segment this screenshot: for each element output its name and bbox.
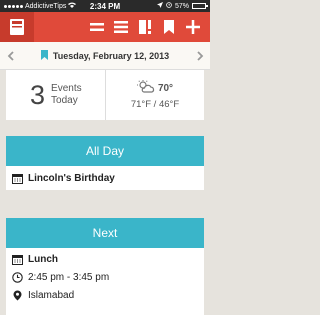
next-event-title-row: Lunch bbox=[6, 250, 204, 268]
alarm-icon bbox=[166, 2, 172, 10]
events-count: 3 bbox=[30, 79, 46, 110]
add-icon[interactable] bbox=[184, 18, 202, 36]
all-day-event-title: Lincoln's Birthday bbox=[28, 172, 115, 184]
clock-icon bbox=[12, 271, 23, 283]
priority-icon[interactable] bbox=[136, 18, 154, 36]
all-day-header: All Day bbox=[6, 136, 204, 166]
signal-icon bbox=[4, 4, 23, 8]
next-event-card[interactable]: Lunch 2:45 pm - 3:45 pm Islamabad bbox=[6, 248, 204, 304]
partly-cloudy-icon bbox=[136, 80, 155, 96]
date-navigation-bar: Tuesday, February 12, 2013 bbox=[0, 42, 210, 70]
list-view-icon[interactable] bbox=[88, 18, 106, 36]
next-day-chevron-icon[interactable] bbox=[194, 49, 206, 63]
next-section: Next Lunch 2:45 pm - 3:45 pm Islamabad bbox=[6, 218, 204, 315]
bookmark-flag-icon bbox=[40, 47, 48, 65]
current-date: Tuesday, February 12, 2013 bbox=[52, 50, 170, 61]
next-event-title: Lunch bbox=[28, 253, 58, 265]
weather-block: 70° 71°F / 46°F bbox=[106, 70, 204, 120]
next-event-time-row: 2:45 pm - 3:45 pm bbox=[6, 268, 204, 286]
events-count-block: 3 Events Today bbox=[6, 70, 106, 120]
next-event-time: 2:45 pm - 3:45 pm bbox=[28, 271, 110, 283]
events-label: Events bbox=[51, 83, 82, 94]
app-logo-icon[interactable] bbox=[0, 12, 34, 42]
all-day-section: All Day Lincoln's Birthday bbox=[6, 136, 204, 190]
current-temperature: 70° bbox=[157, 82, 174, 94]
location-arrow-icon bbox=[156, 2, 163, 10]
carrier-label: AddictiveTips bbox=[25, 2, 67, 10]
all-day-event-row[interactable]: Lincoln's Birthday bbox=[6, 166, 204, 190]
wifi-icon bbox=[68, 2, 77, 10]
next-event-location: Islamabad bbox=[28, 289, 75, 301]
previous-day-chevron-icon[interactable] bbox=[4, 49, 16, 63]
location-pin-icon bbox=[12, 290, 23, 301]
status-time: 2:34 PM bbox=[89, 1, 121, 11]
battery-percent: 57% bbox=[174, 2, 189, 10]
today-label: Today bbox=[51, 95, 78, 106]
status-bar: AddictiveTips 2:34 PM 57% bbox=[0, 0, 210, 12]
calendar-icon bbox=[12, 254, 23, 265]
today-summary-card[interactable]: 3 Events Today 70° 71°F / 46°F bbox=[6, 70, 204, 120]
calendar-icon bbox=[12, 173, 23, 184]
app-toolbar bbox=[0, 12, 210, 42]
battery-icon bbox=[192, 3, 208, 9]
menu-icon[interactable] bbox=[112, 18, 130, 36]
next-event-location-row: Islamabad bbox=[6, 286, 204, 304]
next-header: Next bbox=[6, 218, 204, 248]
bookmark-icon[interactable] bbox=[160, 18, 178, 36]
temperature-range: 71°F / 46°F bbox=[130, 99, 180, 110]
